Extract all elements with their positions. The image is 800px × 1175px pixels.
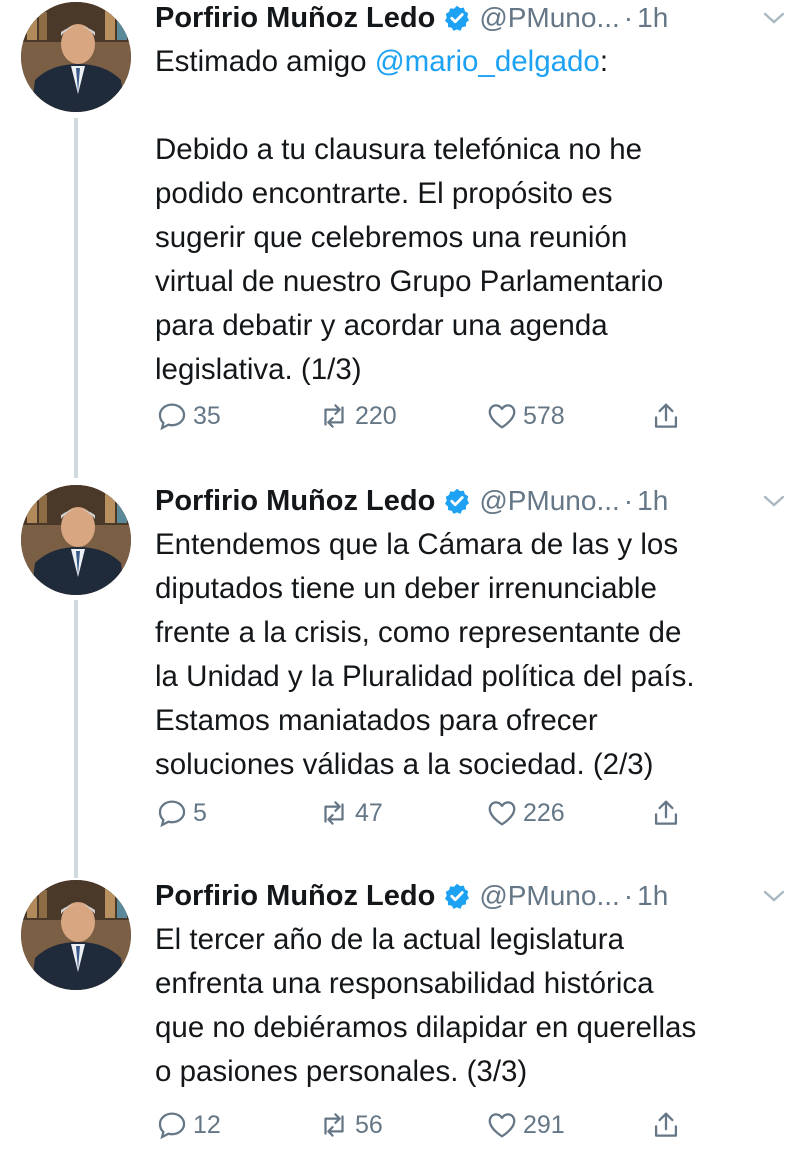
- retweet-button[interactable]: 56: [317, 1105, 383, 1145]
- author-handle[interactable]: @PMuno...: [479, 2, 619, 34]
- tweet-text: Estimado amigo @mario_delgado: Debido a …: [155, 40, 790, 392]
- tweet-actions: 5 47 226: [155, 793, 715, 833]
- reply-icon: [158, 800, 186, 828]
- like-count: 578: [523, 401, 565, 430]
- tweet-text-line: frente a la crisis, como representante d…: [155, 616, 682, 649]
- tweet-text-line: para debatir y acordar una agenda: [155, 309, 608, 342]
- tweet-text-line: podido encontrarte. El propósito es: [155, 177, 613, 210]
- header-separator: ·: [623, 485, 634, 516]
- avatar-image: [21, 880, 131, 990]
- tweet-text-line: legislativa. (1/3): [155, 353, 362, 386]
- tweet-text-line: la Unidad y la Pluralidad política del p…: [155, 660, 695, 693]
- tweet-text-line: sugerir que celebremos una reunión: [155, 221, 628, 254]
- avatar[interactable]: [21, 2, 131, 112]
- chevron-down-icon[interactable]: [762, 493, 786, 509]
- tweet-text-line: Debido a tu clausura telefónica no he: [155, 133, 643, 166]
- tweet-text-line: o pasiones personales. (3/3): [155, 1055, 528, 1088]
- tweet[interactable]: Porfirio Muñoz Ledo @PMuno... · 1h Estim…: [0, 0, 800, 470]
- tweet-thread: Porfirio Muñoz Ledo @PMuno... · 1h Estim…: [0, 0, 800, 1175]
- greeting-suffix: :: [599, 45, 609, 78]
- author-name[interactable]: Porfirio Muñoz Ledo: [155, 2, 435, 35]
- tweet-text-line: enfrenta una responsabilidad histórica: [155, 967, 654, 1000]
- share-button[interactable]: [649, 1105, 683, 1145]
- tweet-header: Porfirio Muñoz Ledo @PMuno... · 1h: [155, 483, 795, 519]
- tweet-text-line: virtual de nuestro Grupo Parlamentario: [155, 265, 664, 298]
- like-count: 226: [523, 798, 565, 827]
- verified-badge-icon: [445, 883, 470, 909]
- retweet-button[interactable]: 47: [317, 793, 383, 833]
- tweet[interactable]: Porfirio Muñoz Ledo @PMuno... · 1h El te…: [0, 878, 800, 1168]
- avatar[interactable]: [21, 485, 131, 595]
- reply-icon: [158, 1112, 186, 1140]
- retweet-icon: [324, 404, 344, 428]
- tweet-header: Porfirio Muñoz Ledo @PMuno... · 1h: [155, 878, 795, 914]
- tweet[interactable]: Porfirio Muñoz Ledo @PMuno... · 1h Enten…: [0, 483, 800, 863]
- tweet-text: El tercer año de la actual legislatura e…: [155, 918, 790, 1094]
- like-button[interactable]: 578: [485, 396, 565, 436]
- chevron-down-icon[interactable]: [762, 888, 786, 904]
- reply-icon: [158, 403, 186, 431]
- reply-button[interactable]: 35: [155, 396, 221, 436]
- share-button[interactable]: [649, 793, 683, 833]
- reply-button[interactable]: 12: [155, 1105, 221, 1145]
- tweet-text-line: Estamos maniatados para ofrecer: [155, 704, 598, 737]
- retweet-icon: [324, 801, 344, 825]
- retweet-count: 56: [355, 1110, 383, 1139]
- tweet-text-line: Entendemos que la Cámara de las y los: [155, 528, 679, 561]
- tweet-actions: 35 220 578: [155, 396, 715, 436]
- reply-count: 12: [193, 1110, 221, 1139]
- tweet-text-line: El tercer año de la actual legislatura: [155, 923, 624, 956]
- tweet-text: Entendemos que la Cámara de las y los di…: [155, 523, 790, 787]
- verified-badge-icon: [445, 5, 470, 31]
- header-separator: ·: [623, 2, 634, 33]
- share-icon: [654, 800, 678, 825]
- avatar-image: [21, 2, 131, 112]
- share-button[interactable]: [649, 396, 683, 436]
- author-handle[interactable]: @PMuno...: [479, 485, 619, 517]
- tweet-header: Porfirio Muñoz Ledo @PMuno... · 1h: [155, 0, 795, 36]
- share-icon: [654, 1112, 678, 1137]
- reply-count: 5: [193, 798, 207, 827]
- header-separator: ·: [623, 880, 634, 911]
- reply-button[interactable]: 5: [155, 793, 207, 833]
- tweet-text-line: diputados tiene un deber irrenunciable: [155, 572, 657, 605]
- author-name[interactable]: Porfirio Muñoz Ledo: [155, 485, 435, 518]
- author-name[interactable]: Porfirio Muñoz Ledo: [155, 880, 435, 913]
- reply-count: 35: [193, 401, 221, 430]
- tweet-timestamp[interactable]: 1h: [637, 485, 668, 517]
- greeting-prefix: Estimado amigo: [155, 45, 375, 78]
- like-count: 291: [523, 1110, 565, 1139]
- heart-icon: [488, 801, 516, 826]
- verified-badge-icon: [445, 488, 470, 514]
- retweet-count: 220: [355, 401, 397, 430]
- tweet-text-line: soluciones válidas a la sociedad. (2/3): [155, 748, 654, 781]
- retweet-icon: [324, 1113, 344, 1137]
- tweet-timestamp[interactable]: 1h: [637, 2, 668, 34]
- tweet-actions: 12 56 291: [155, 1105, 715, 1145]
- tweet-timestamp[interactable]: 1h: [637, 880, 668, 912]
- retweet-button[interactable]: 220: [317, 396, 397, 436]
- tweet-greeting: Estimado amigo @mario_delgado:: [155, 40, 790, 84]
- mention-link[interactable]: @mario_delgado: [375, 45, 600, 78]
- tweet-text-line: que no debiéramos dilapidar en querellas: [155, 1011, 697, 1044]
- avatar-image: [21, 485, 131, 595]
- avatar[interactable]: [21, 880, 131, 990]
- chevron-down-icon[interactable]: [762, 10, 786, 26]
- like-button[interactable]: 226: [485, 793, 565, 833]
- heart-icon: [488, 404, 516, 429]
- heart-icon: [488, 1113, 516, 1138]
- like-button[interactable]: 291: [485, 1105, 565, 1145]
- share-icon: [654, 403, 678, 428]
- retweet-count: 47: [355, 798, 383, 827]
- author-handle[interactable]: @PMuno...: [479, 880, 619, 912]
